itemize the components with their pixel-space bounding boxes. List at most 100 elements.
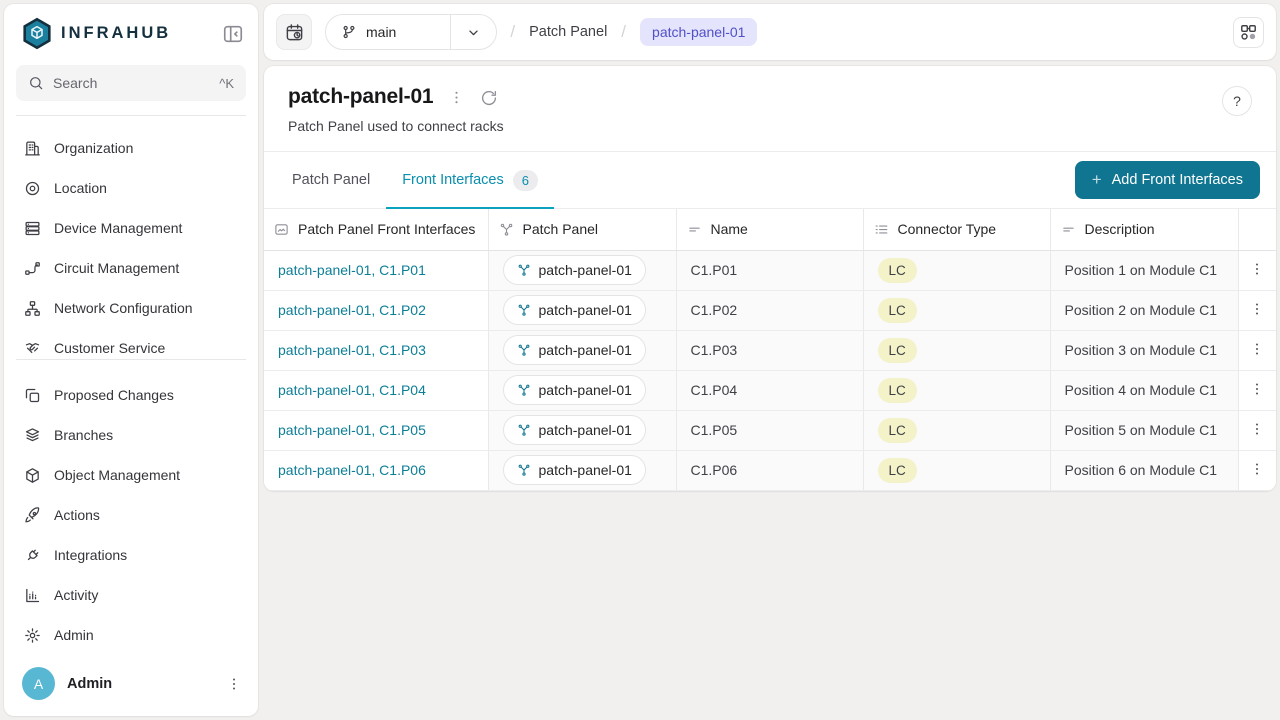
object-menu-button[interactable]: [448, 89, 465, 106]
sidebar-item-label: Circuit Management: [54, 260, 179, 276]
patch-panel-chip[interactable]: patch-panel-01: [503, 295, 646, 325]
sidebar-item-branches[interactable]: Branches: [4, 415, 258, 455]
plus-icon: +: [1092, 170, 1102, 190]
row-actions-button[interactable]: [1249, 421, 1265, 437]
sidebar-item-actions[interactable]: Actions: [4, 495, 258, 535]
description-cell: Position 4 on Module C1: [1050, 370, 1238, 410]
kebab-icon: [1249, 341, 1265, 357]
sidebar-item-label: Location: [54, 180, 107, 196]
sidebar-item-proposed-changes[interactable]: Proposed Changes: [4, 375, 258, 415]
sidebar-item-customer-service[interactable]: Customer Service: [4, 328, 258, 356]
sidebar-item-label: Organization: [54, 140, 133, 156]
sidebar-item-admin[interactable]: Admin: [4, 615, 258, 655]
patch-panel-chip[interactable]: patch-panel-01: [503, 455, 646, 485]
sidebar-item-network-configuration[interactable]: Network Configuration: [4, 288, 258, 328]
brand-wordmark: INFRAHUB: [61, 24, 213, 43]
patch-panel-chip-label: patch-panel-01: [539, 262, 632, 278]
sidebar-nav-system: Proposed Changes Branches Object Managem…: [4, 375, 258, 655]
calendar-clock-icon: [285, 23, 304, 42]
add-front-interfaces-button[interactable]: + Add Front Interfaces: [1075, 161, 1260, 199]
sidebar-item-location[interactable]: Location: [4, 168, 258, 208]
patch-panel-chip-label: patch-panel-01: [539, 302, 632, 318]
interface-link[interactable]: patch-panel-01, C1.P04: [278, 382, 426, 398]
network-icon: [24, 300, 41, 317]
breadcrumb: / Patch Panel / patch-panel-01: [510, 18, 757, 46]
interface-link[interactable]: patch-panel-01, C1.P06: [278, 462, 426, 478]
git-branch-icon: [341, 24, 357, 40]
patch-panel-chip[interactable]: patch-panel-01: [503, 335, 646, 365]
patch-panel-chip-label: patch-panel-01: [539, 462, 632, 478]
column-header-actions: [1238, 209, 1276, 250]
kebab-icon: [448, 89, 465, 106]
chevron-down-icon: [465, 24, 482, 41]
refresh-icon: [480, 89, 498, 107]
interface-link[interactable]: patch-panel-01, C1.P02: [278, 302, 426, 318]
patch-panel-chip[interactable]: patch-panel-01: [503, 375, 646, 405]
breadcrumb-item-patch-panel[interactable]: Patch Panel: [529, 24, 607, 40]
row-actions-button[interactable]: [1249, 301, 1265, 317]
column-header-connector-type[interactable]: Connector Type: [863, 209, 1050, 250]
table-row: patch-panel-01, C1.P04 patch-panel-01 C1…: [264, 370, 1276, 410]
description-cell: Position 5 on Module C1: [1050, 410, 1238, 450]
sidebar-item-activity[interactable]: Activity: [4, 575, 258, 615]
sidebar-item-device-management[interactable]: Device Management: [4, 208, 258, 248]
refresh-button[interactable]: [480, 89, 497, 106]
breadcrumb-separator: /: [621, 22, 626, 42]
sidebar-collapse-button[interactable]: [222, 23, 244, 45]
table-row: patch-panel-01, C1.P01 patch-panel-01 C1…: [264, 250, 1276, 290]
patch-panel-chip[interactable]: patch-panel-01: [503, 255, 646, 285]
content-panel: patch-panel-01 Patch Panel used to conne…: [264, 66, 1276, 491]
search-box[interactable]: ^K: [16, 65, 246, 101]
patch-panel-chip-label: patch-panel-01: [539, 422, 632, 438]
user-menu-button[interactable]: [226, 676, 242, 692]
location-icon: [24, 180, 41, 197]
row-actions-button[interactable]: [1249, 461, 1265, 477]
connector-type-badge: LC: [878, 378, 917, 403]
row-actions-button[interactable]: [1249, 341, 1265, 357]
plug-icon: [24, 547, 41, 564]
table-header-row: Patch Panel Front Interfaces Patch Panel…: [264, 209, 1276, 250]
sidebar-item-object-management[interactable]: Object Management: [4, 455, 258, 495]
merge-icon: [517, 463, 531, 477]
row-actions-button[interactable]: [1249, 381, 1265, 397]
connector-type-badge: LC: [878, 458, 917, 483]
gear-icon: [24, 627, 41, 644]
connector-type-badge: LC: [878, 298, 917, 323]
column-header-name[interactable]: Name: [676, 209, 863, 250]
search-input[interactable]: [53, 75, 210, 91]
sidebar-item-label: Integrations: [54, 547, 127, 563]
sidebar-item-circuit-management[interactable]: Circuit Management: [4, 248, 258, 288]
patch-panel-chip[interactable]: patch-panel-01: [503, 415, 646, 445]
row-actions-button[interactable]: [1249, 261, 1265, 277]
kebab-icon: [1249, 461, 1265, 477]
tab-label: Patch Panel: [292, 172, 370, 188]
search-shortcut: ^K: [219, 76, 234, 91]
sidebar-item-integrations[interactable]: Integrations: [4, 535, 258, 575]
kebab-icon: [1249, 301, 1265, 317]
front-interfaces-table: Patch Panel Front Interfaces Patch Panel…: [264, 209, 1276, 491]
breadcrumb-item-current[interactable]: patch-panel-01: [640, 18, 757, 46]
interface-link[interactable]: patch-panel-01, C1.P03: [278, 342, 426, 358]
tab-count-badge: 6: [513, 170, 538, 191]
page-header: patch-panel-01 Patch Panel used to conne…: [264, 66, 1276, 152]
sidebar-item-label: Device Management: [54, 220, 182, 236]
building-icon: [24, 140, 41, 157]
column-header-description[interactable]: Description: [1050, 209, 1238, 250]
chart-icon: [24, 587, 41, 604]
interface-link[interactable]: patch-panel-01, C1.P05: [278, 422, 426, 438]
rocket-icon: [24, 507, 41, 524]
sidebar-nav-scroll-area[interactable]: Organization Location Device Management …: [4, 128, 258, 356]
help-button[interactable]: ?: [1222, 86, 1252, 116]
tab-patch-panel[interactable]: Patch Panel: [276, 152, 386, 208]
sidebar-item-organization[interactable]: Organization: [4, 128, 258, 168]
column-header-patch-panel[interactable]: Patch Panel: [488, 209, 676, 250]
user-name: Admin: [67, 676, 214, 692]
tab-front-interfaces[interactable]: Front Interfaces 6: [386, 152, 554, 208]
column-header-front-interfaces[interactable]: Patch Panel Front Interfaces: [264, 209, 488, 250]
branch-selector[interactable]: main: [325, 14, 497, 50]
schema-visualizer-button[interactable]: [1233, 17, 1264, 48]
interface-link[interactable]: patch-panel-01, C1.P01: [278, 262, 426, 278]
time-travel-button[interactable]: [276, 14, 312, 50]
kebab-icon: [1249, 381, 1265, 397]
branch-dropdown-toggle[interactable]: [450, 15, 496, 49]
